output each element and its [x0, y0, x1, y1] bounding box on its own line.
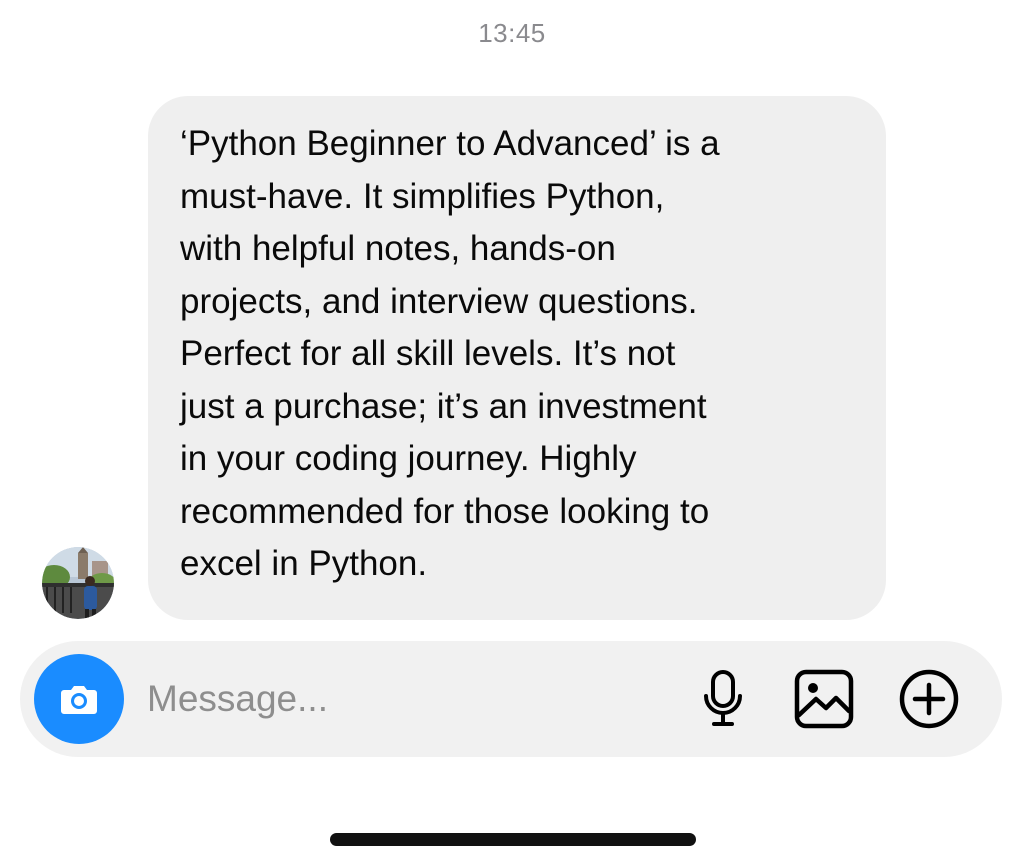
message-text: ‘Python Beginner to Advanced’ is a must-…	[180, 124, 720, 583]
microphone-icon	[704, 670, 742, 726]
home-indicator	[330, 833, 696, 846]
message-thread: 13:45 ‘Python Beginner to Advanced’ is a…	[0, 0, 1024, 867]
received-message-bubble[interactable]: ‘Python Beginner to Advanced’ is a must-…	[148, 96, 886, 620]
message-timestamp: 13:45	[478, 18, 546, 48]
message-input[interactable]	[147, 671, 667, 727]
more-options-button[interactable]	[898, 668, 960, 730]
plus-circle-icon	[899, 669, 959, 729]
camera-button[interactable]	[34, 654, 124, 744]
gallery-button[interactable]	[793, 668, 855, 730]
voice-message-button[interactable]	[692, 668, 754, 730]
gallery-icon	[794, 669, 854, 729]
camera-icon	[61, 686, 97, 714]
avatar-photo-icon	[42, 547, 114, 619]
sender-avatar[interactable]	[42, 547, 114, 619]
message-composer	[20, 641, 1002, 757]
